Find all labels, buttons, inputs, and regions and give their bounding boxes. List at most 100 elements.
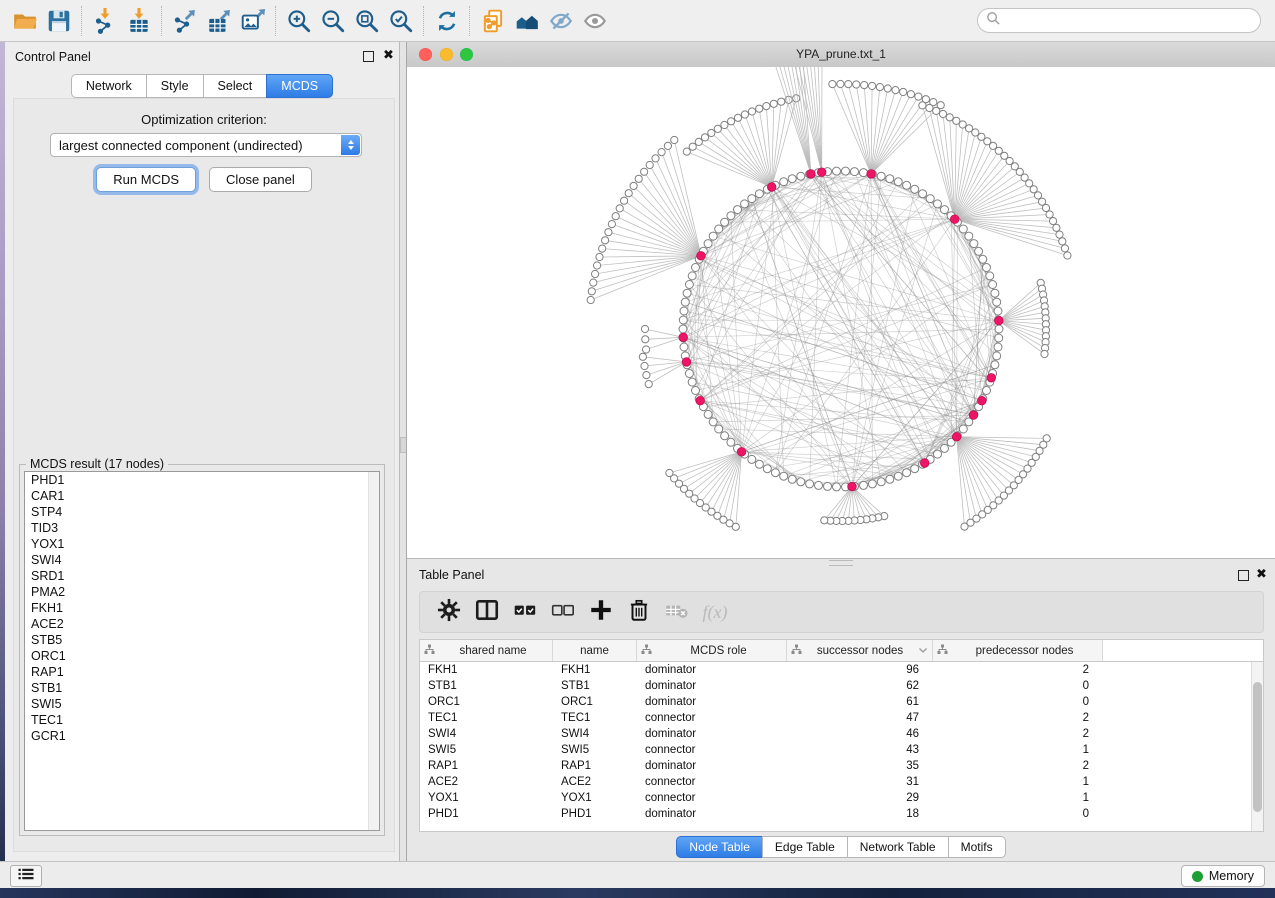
toolbar-open-session-button[interactable] — [8, 4, 42, 38]
table-row[interactable]: ORC1ORC1dominator610 — [420, 694, 1263, 710]
table-panel-title: Table Panel — [419, 568, 484, 582]
tab-select[interactable]: Select — [203, 74, 268, 98]
table-row[interactable]: RAP1RAP1dominator352 — [420, 758, 1263, 774]
mcds-result-item[interactable]: SWI5 — [25, 696, 379, 712]
table-panel-close-icon[interactable]: ✖ — [1256, 567, 1267, 581]
column-label: predecessor nodes — [951, 645, 1098, 657]
mcds-result-item[interactable]: YOX1 — [25, 536, 379, 552]
mcds-result-item[interactable]: TEC1 — [25, 712, 379, 728]
table-scrollbar-thumb[interactable] — [1253, 682, 1262, 812]
mcds-result-item[interactable]: FKH1 — [25, 600, 379, 616]
toggle-columns-icon — [474, 597, 500, 628]
mcds-result-item[interactable]: PHD1 — [25, 472, 379, 488]
tab-motifs[interactable]: Motifs — [948, 836, 1006, 858]
mcds-result-item[interactable]: ORC1 — [25, 648, 379, 664]
clear-row-selection-button[interactable] — [546, 595, 580, 629]
network-canvas[interactable] — [407, 67, 1275, 558]
toolbar-zoom-fit-button[interactable] — [350, 4, 384, 38]
mcds-result-item[interactable]: CAR1 — [25, 488, 379, 504]
toolbar-save-session-button[interactable] — [42, 4, 76, 38]
optimization-criterion-select[interactable]: largest connected component (undirected) — [50, 133, 362, 157]
cell-mcds-role: dominator — [637, 760, 787, 772]
mcds-list-scrollbar[interactable] — [368, 472, 379, 830]
cell-shared-name: STB1 — [420, 680, 553, 692]
control-panel-float-icon[interactable] — [363, 51, 374, 62]
table-row[interactable]: ACE2ACE2connector311 — [420, 774, 1263, 790]
add-column-button[interactable] — [584, 595, 618, 629]
select-stepper-icon — [341, 135, 360, 155]
table-row[interactable]: STB1STB1dominator620 — [420, 678, 1263, 694]
cell-predecessor-nodes: 2 — [933, 728, 1103, 740]
mcds-result-list[interactable]: PHD1CAR1STP4TID3YOX1SWI4SRD1PMA2FKH1ACE2… — [24, 471, 380, 831]
column-header-shared-name[interactable]: shared name — [420, 640, 553, 661]
toolbar-zoom-selected-button[interactable] — [384, 4, 418, 38]
mcds-result-item[interactable]: GCR1 — [25, 728, 379, 744]
toolbar-show-hidden-button[interactable] — [578, 4, 612, 38]
column-header-name[interactable]: name — [553, 640, 637, 661]
mcds-result-item[interactable]: ACE2 — [25, 616, 379, 632]
run-mcds-button[interactable]: Run MCDS — [96, 167, 196, 192]
toolbar-hide-selected-button[interactable] — [544, 4, 578, 38]
memory-status-icon — [1192, 871, 1203, 882]
toolbar-zoom-out-button[interactable] — [316, 4, 350, 38]
refresh-view-icon — [434, 8, 460, 34]
table-row[interactable]: FKH1FKH1dominator962 — [420, 662, 1263, 678]
table-settings-gear-button[interactable] — [432, 595, 466, 629]
control-panel-close-icon[interactable]: ✖ — [383, 48, 394, 62]
search-input[interactable] — [1006, 13, 1260, 29]
task-history-button[interactable] — [10, 865, 42, 887]
table-row[interactable]: SWI5SWI5connector431 — [420, 742, 1263, 758]
tab-node-table[interactable]: Node Table — [676, 836, 763, 858]
search-box[interactable] — [977, 8, 1261, 33]
mcds-result-item[interactable]: STP4 — [25, 504, 379, 520]
tab-network-table[interactable]: Network Table — [847, 836, 949, 858]
table-panel-float-icon[interactable] — [1238, 570, 1249, 581]
tab-style[interactable]: Style — [146, 74, 204, 98]
toolbar-import-table-button[interactable] — [122, 4, 156, 38]
mcds-result-item[interactable]: RAP1 — [25, 664, 379, 680]
table-panel-grip[interactable] — [829, 560, 853, 566]
toggle-columns-button[interactable] — [470, 595, 504, 629]
network-graph[interactable] — [407, 67, 1274, 557]
mcds-result-item[interactable]: PMA2 — [25, 584, 379, 600]
mcds-result-item[interactable]: TID3 — [25, 520, 379, 536]
cell-successor-nodes: 31 — [787, 776, 933, 788]
cell-name: ACE2 — [553, 776, 637, 788]
mcds-result-item[interactable]: STB5 — [25, 632, 379, 648]
toolbar-refresh-view-button[interactable] — [430, 4, 464, 38]
toolbar-zoom-in-button[interactable] — [282, 4, 316, 38]
tab-mcds[interactable]: MCDS — [266, 74, 333, 98]
mcds-hub-node — [767, 183, 776, 192]
toolbar-duplicate-network-button[interactable] — [476, 4, 510, 38]
zoom-fit-icon — [354, 8, 380, 34]
toolbar-export-image-button[interactable] — [236, 4, 270, 38]
network-window: YPA_prune.txt_1 — [406, 42, 1275, 558]
table-row[interactable]: SWI4SWI4dominator462 — [420, 726, 1263, 742]
column-header-predecessor-nodes[interactable]: predecessor nodes — [933, 640, 1103, 661]
column-header-successor-nodes[interactable]: successor nodes — [787, 640, 933, 661]
column-header-mcds-role[interactable]: MCDS role — [637, 640, 787, 661]
table-row[interactable]: TEC1TEC1connector472 — [420, 710, 1263, 726]
mcds-result-item[interactable]: STB1 — [25, 680, 379, 696]
cell-mcds-role: dominator — [637, 680, 787, 692]
toolbar-export-network-button[interactable] — [168, 4, 202, 38]
table-panel: Table Panel ✖ f(x) shared namenameMCDS r… — [406, 558, 1275, 862]
mcds-result-item[interactable]: SRD1 — [25, 568, 379, 584]
column-label: name — [557, 645, 632, 657]
table-scrollbar[interactable] — [1251, 662, 1263, 831]
tab-edge-table[interactable]: Edge Table — [762, 836, 848, 858]
mcds-panel: Optimization criterion: largest connecte… — [13, 98, 395, 852]
cell-name: ORC1 — [553, 696, 637, 708]
tab-network[interactable]: Network — [71, 74, 147, 98]
table-row[interactable]: YOX1YOX1connector291 — [420, 790, 1263, 806]
toolbar-first-neighbors-button[interactable] — [510, 4, 544, 38]
toolbar-import-network-button[interactable] — [88, 4, 122, 38]
close-panel-button[interactable]: Close panel — [209, 167, 312, 192]
mcds-result-item[interactable]: SWI4 — [25, 552, 379, 568]
toolbar-export-table-button[interactable] — [202, 4, 236, 38]
delete-column-button[interactable] — [622, 595, 656, 629]
mcds-hub-node — [697, 252, 706, 261]
select-all-rows-button[interactable] — [508, 595, 542, 629]
memory-button[interactable]: Memory — [1181, 865, 1265, 887]
table-row[interactable]: PHD1PHD1dominator180 — [420, 806, 1263, 822]
